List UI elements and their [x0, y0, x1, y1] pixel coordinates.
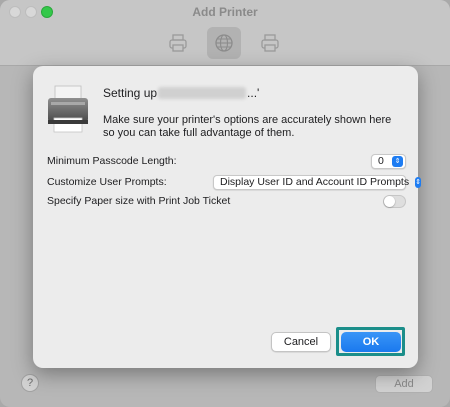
toolbar-windows-tab[interactable]: [253, 27, 287, 59]
user-prompts-popup[interactable]: Display User ID and Account ID Prompts ⇕: [213, 174, 421, 190]
ip-globe-icon: [215, 34, 233, 52]
toolbar-ip-tab[interactable]: [207, 27, 241, 59]
setup-title-prefix: Setting up: [103, 86, 158, 100]
chevron-updown-icon: ⇕: [392, 155, 403, 167]
setup-title: Setting up ...': [103, 86, 259, 100]
setup-title-suffix: ...': [247, 86, 260, 100]
ok-button[interactable]: OK: [341, 332, 401, 352]
window-title: Add Printer: [192, 5, 258, 19]
setup-description: Make sure your printer's options are acc…: [103, 114, 392, 139]
paper-size-label: Specify Paper size with Print Job Ticket: [47, 195, 231, 207]
cancel-button[interactable]: Cancel: [271, 332, 331, 352]
passcode-label: Minimum Passcode Length:: [47, 155, 177, 167]
redacted-printer-name: [158, 87, 247, 99]
printer-icon: [48, 85, 88, 133]
help-button[interactable]: ?: [21, 374, 39, 392]
user-prompts-value: Display User ID and Account ID Prompts: [220, 176, 410, 188]
option-row-paper-size: Specify Paper size with Print Job Ticket: [47, 193, 406, 209]
toolbar-default-tab[interactable]: [161, 27, 195, 59]
option-row-user-prompts: Customize User Prompts: Display User ID …: [47, 174, 421, 190]
printer-setup-sheet: Setting up ...' Make sure your printer's…: [33, 66, 421, 368]
add-button[interactable]: Add: [375, 375, 433, 393]
paper-size-toggle[interactable]: [383, 194, 406, 208]
titlebar: Add Printer: [0, 0, 450, 66]
passcode-length-popup[interactable]: 0 ⇕: [371, 153, 406, 169]
chevron-updown-icon: ⇕: [415, 176, 421, 188]
user-prompts-label: Customize User Prompts:: [47, 176, 167, 188]
toggle-knob: [384, 195, 395, 207]
windows-printer-icon: [261, 34, 279, 52]
passcode-value: 0: [378, 155, 384, 167]
option-row-passcode: Minimum Passcode Length: 0 ⇕: [47, 153, 406, 169]
default-printer-icon: [169, 34, 187, 52]
